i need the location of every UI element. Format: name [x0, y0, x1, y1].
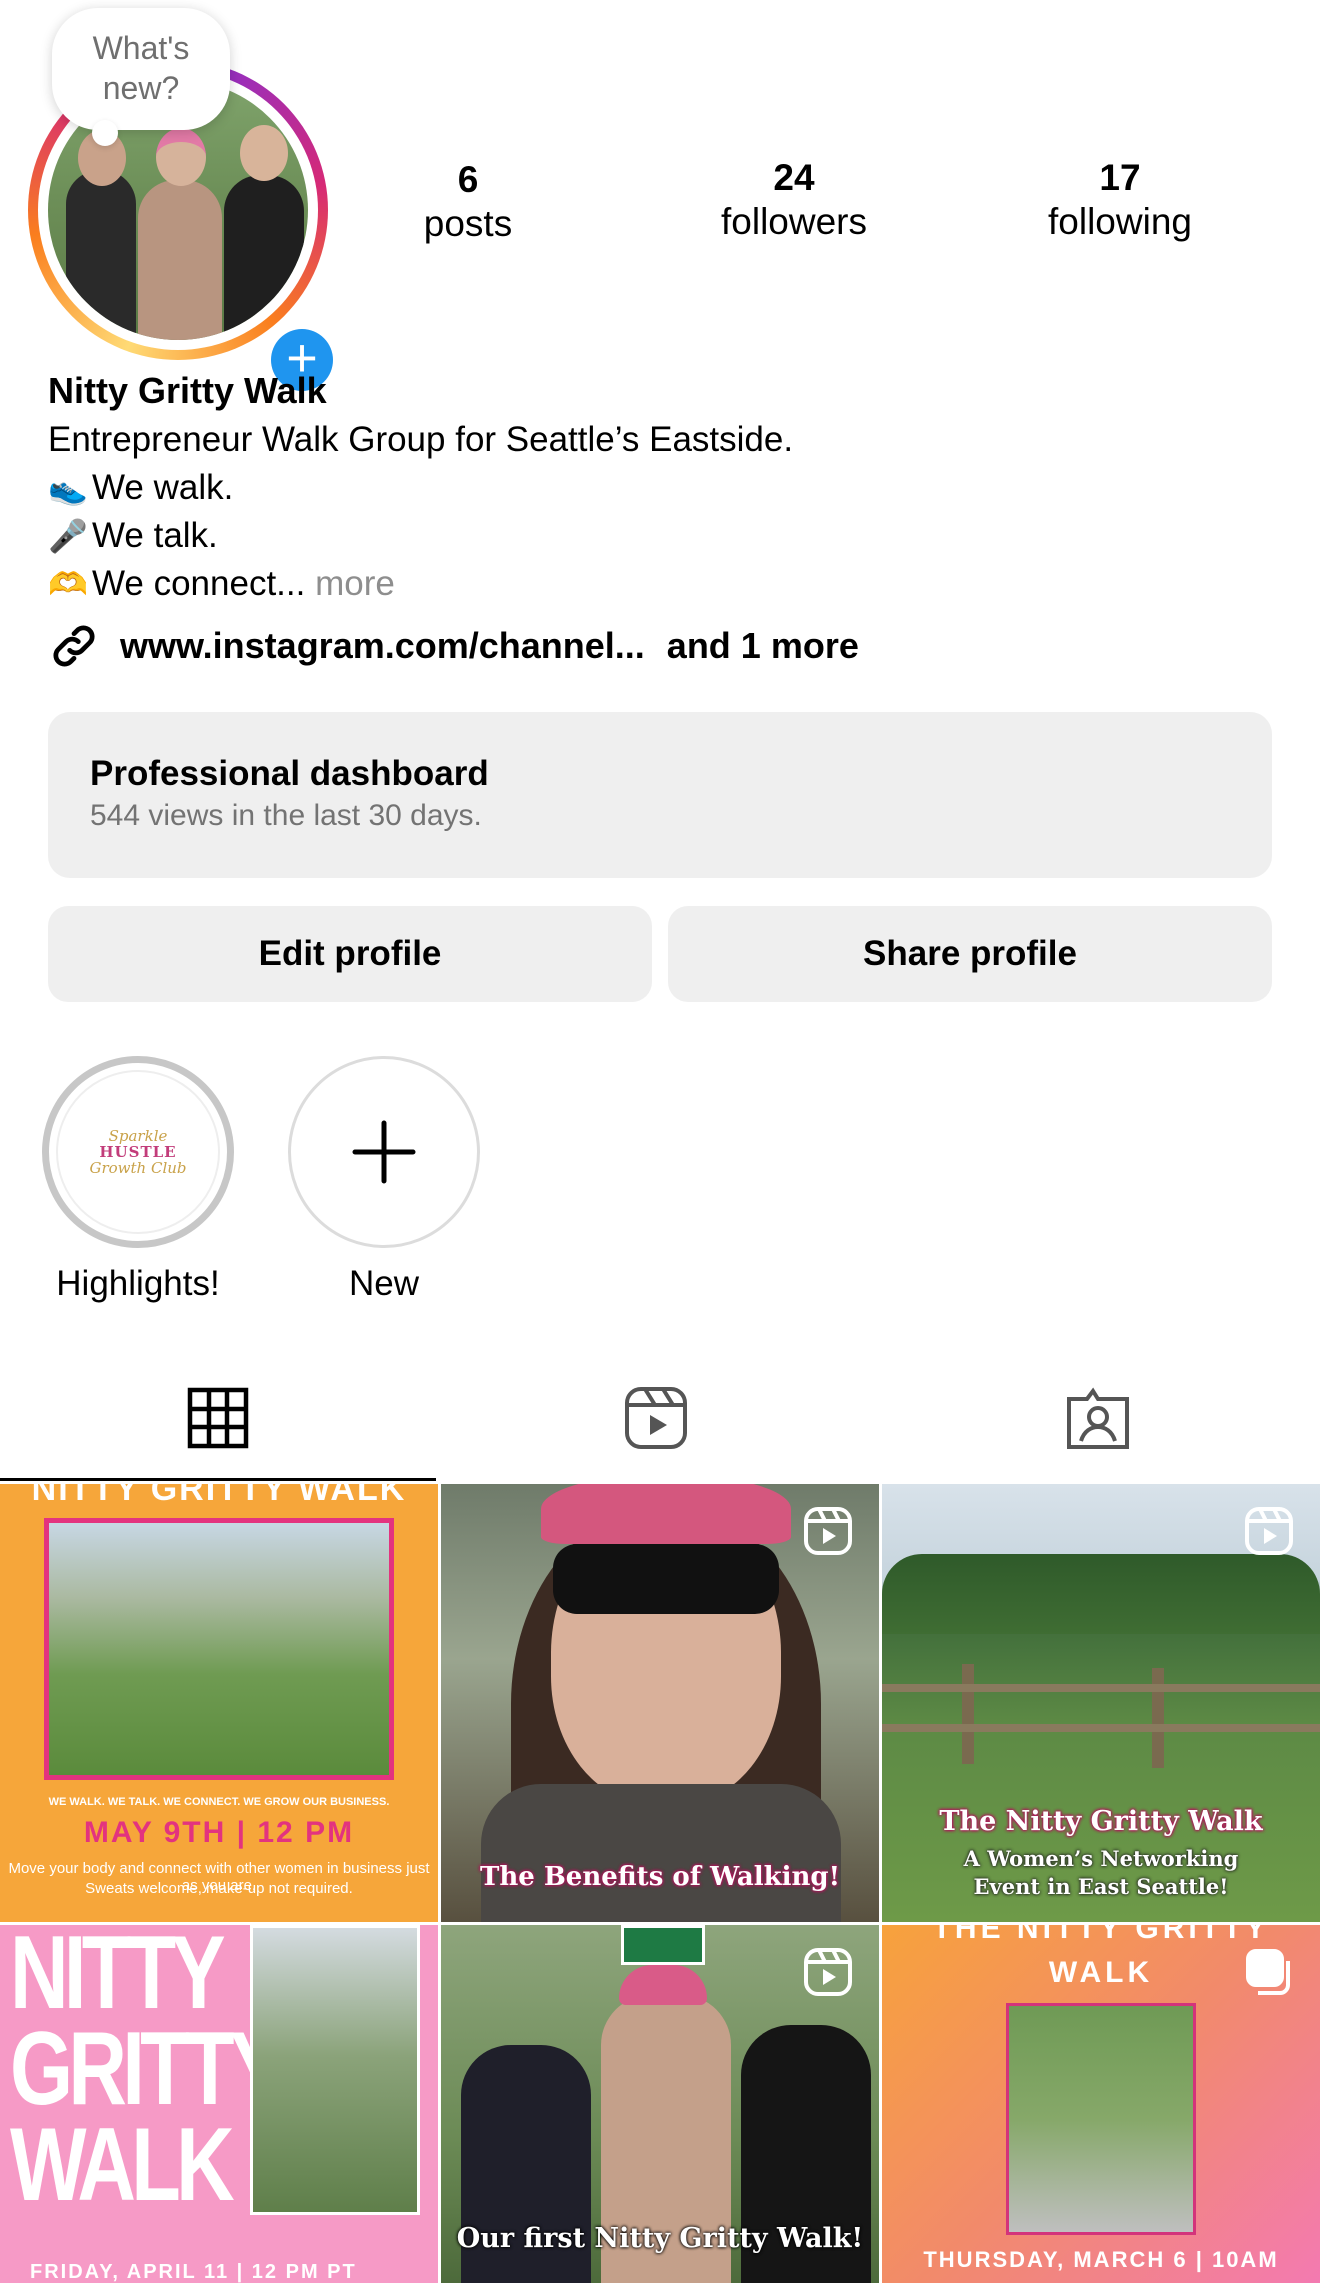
- post-photo: [1006, 2003, 1196, 2235]
- plus-icon: [352, 1120, 416, 1184]
- post-caption: The Nitty Gritty Walk: [939, 1806, 1263, 1837]
- share-profile-button[interactable]: Share profile: [668, 906, 1272, 1002]
- dashboard-subtitle: 544 views in the last 30 days.: [90, 799, 482, 832]
- tab-reels[interactable]: [596, 1376, 716, 1460]
- new-highlight-button[interactable]: New: [284, 1056, 484, 1306]
- reel-badge-icon: [1245, 1507, 1293, 1555]
- bubble-tail: [92, 120, 118, 146]
- bio-line: 🎤 We talk.: [48, 512, 1288, 560]
- posts-count[interactable]: 6 posts: [348, 158, 588, 246]
- grid-post[interactable]: NITTY GRITTY WALK FRIDAY, APRIL 11 | 12 …: [0, 1925, 438, 2283]
- profile-name: Nitty Gritty Walk: [48, 370, 327, 411]
- post-photo: [44, 1518, 394, 1780]
- followers-value: 24: [773, 157, 815, 198]
- followers-count[interactable]: 24 followers: [674, 156, 914, 244]
- post-date: THURSDAY, MARCH 6 | 10AM: [923, 2247, 1279, 2272]
- bio-line-text: We talk.: [92, 516, 218, 555]
- post-title: NITTY GRITTY WALK: [10, 1925, 284, 2223]
- edit-profile-button[interactable]: Edit profile: [48, 906, 652, 1002]
- post-caption-line: A Women’s Networking: [963, 1846, 1239, 1871]
- professional-dashboard-card[interactable]: Professional dashboard 544 views in the …: [48, 712, 1272, 878]
- post-date: FRIDAY, APRIL 11 | 12 PM PT: [30, 2261, 357, 2283]
- post-tagline: WE WALK. WE TALK. WE CONNECT. WE GROW OU…: [48, 1796, 390, 1808]
- profile-bio: Nitty Gritty Walk Entrepreneur Walk Grou…: [48, 366, 1288, 608]
- reel-badge-icon: [804, 1507, 852, 1555]
- bio-line-text: We connect...: [92, 564, 306, 603]
- following-count[interactable]: 17 following: [1000, 156, 1240, 244]
- post-caption-line: Event in East Seattle!: [973, 1874, 1229, 1899]
- dashboard-title: Professional dashboard: [90, 754, 489, 793]
- carousel-icon: [1246, 1949, 1290, 1995]
- sparkle-hustle-logo: Sparkle HUSTLE Growth Club: [56, 1070, 220, 1234]
- post-photo: [250, 1925, 420, 2215]
- bio-link-more[interactable]: and 1 more: [667, 625, 859, 667]
- reel-badge-icon: [804, 1948, 852, 1996]
- new-highlight-circle: [288, 1056, 480, 1248]
- bio-link-row[interactable]: www.instagram.com/channel... and 1 more: [48, 620, 859, 672]
- highlight-label: New: [348, 1264, 420, 1303]
- following-value: 17: [1099, 157, 1141, 198]
- following-label: following: [1048, 201, 1192, 242]
- sneaker-icon: 👟: [48, 470, 88, 506]
- tagged-person-icon: [1067, 1387, 1129, 1449]
- post-date: MAY 9TH | 12 PM: [83, 1816, 355, 1849]
- tab-tagged[interactable]: [1038, 1376, 1158, 1460]
- grid-post[interactable]: NITTY GRITTY WALK WE WALK. WE TALK. WE C…: [0, 1484, 438, 1922]
- grid-post[interactable]: The Benefits of Walking!: [441, 1484, 879, 1922]
- post-caption: Our first Nitty Gritty Walk!: [456, 2223, 864, 2254]
- link-icon: [53, 625, 95, 667]
- highlight-cover: Sparkle HUSTLE Growth Club: [42, 1056, 234, 1248]
- heart-hands-icon: 🫶: [48, 566, 88, 602]
- grid-post[interactable]: THE NITTY GRITTY WALK THURSDAY, MARCH 6 …: [882, 1925, 1320, 2283]
- microphone-icon: 🎤: [48, 518, 88, 554]
- highlight-item[interactable]: Sparkle HUSTLE Growth Club Highlights!: [38, 1056, 238, 1306]
- whats-new-bubble[interactable]: What's new?: [52, 8, 230, 130]
- followers-label: followers: [721, 201, 867, 242]
- bio-tagline: Entrepreneur Walk Group for Seattle’s Ea…: [48, 420, 794, 459]
- highlight-label: Highlights!: [56, 1264, 220, 1303]
- post-title: NITTY GRITTY WALK: [31, 1484, 407, 1508]
- post-caption: The Benefits of Walking!: [479, 1862, 841, 1892]
- grid-post[interactable]: Our first Nitty Gritty Walk!: [441, 1925, 879, 2283]
- grid-post[interactable]: The Nitty Gritty Walk A Women’s Networki…: [882, 1484, 1320, 1922]
- tab-posts-grid[interactable]: [158, 1376, 278, 1460]
- active-tab-indicator: [0, 1478, 436, 1481]
- posts-value: 6: [457, 159, 479, 200]
- reels-icon: [625, 1387, 687, 1449]
- bio-more-link[interactable]: more: [315, 564, 395, 603]
- bio-link[interactable]: www.instagram.com/channel...: [120, 625, 645, 667]
- posts-label: posts: [423, 203, 513, 244]
- bio-line: 👟 We walk.: [48, 464, 1288, 512]
- bio-line-text: We walk.: [92, 468, 234, 507]
- post-subtext: Sweats welcome, make-up not required.: [85, 1880, 353, 1897]
- bio-line: 🫶 We connect... more: [48, 560, 1288, 608]
- grid-icon: [187, 1387, 249, 1449]
